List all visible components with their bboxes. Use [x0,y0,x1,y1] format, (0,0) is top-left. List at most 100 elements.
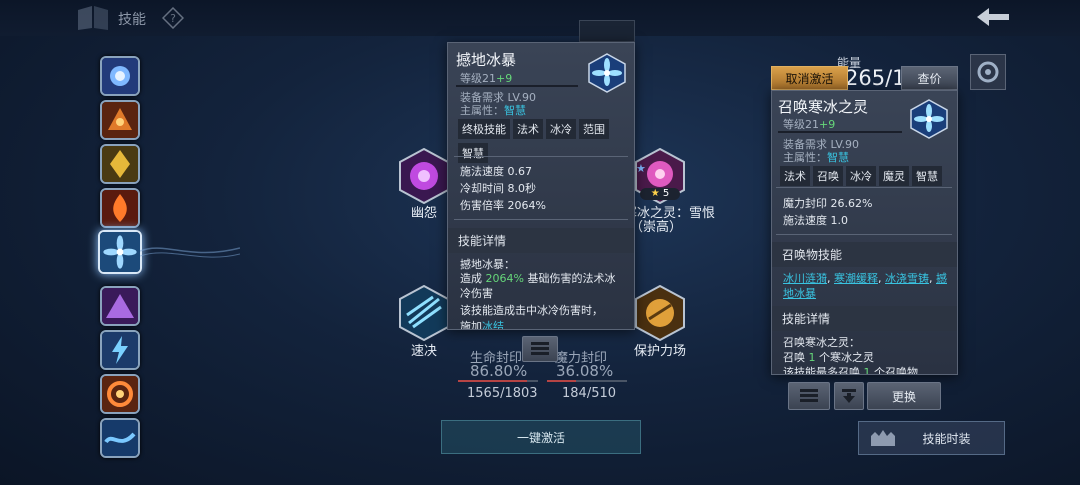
rune-slot-button[interactable] [970,54,1006,90]
skill-skin-label: 技能时装 [922,431,971,446]
skill-skin-button[interactable]: 技能时装 [858,421,1005,455]
replace-button[interactable]: 更换 [867,382,941,410]
damage-percent: 2064% [485,272,524,285]
summon-skills-header: 召唤物技能 [772,242,957,267]
divider [456,85,578,87]
list-icon [531,342,549,355]
life-seal-bar [458,380,538,382]
attr-label: 主属性： [460,104,504,117]
summon-skill-links: 冰川涟漪, 寒潮缓释, 冰浇雪铸, 撼地冰暴 [783,272,947,300]
rail-skill-frost-orb[interactable] [100,56,140,96]
stat-damage-multiplier: 伤害倍率 2064% [460,199,546,212]
tag: 智慧 [458,143,488,163]
detail-text-part: 个召唤物 [870,366,918,375]
skill-tags: 终极技能 法术 冰冷 范围智慧 [458,118,628,166]
main-attribute: 主属性：智慧 [783,149,849,165]
tag: 终极技能 [458,119,510,139]
list-icon [800,389,818,402]
life-seal-value: 1565/1803 [467,386,538,401]
frost-orb-icon [102,58,138,94]
divider [454,219,628,220]
detail-title: 召唤寒冰之灵： [783,336,860,349]
detail-text: 造成 2064% 基础伤害的法术冰冷伤害 [460,271,624,301]
mana-seal-value: 184/510 [562,386,617,401]
skill-node-label-sub: （崇高） [629,220,682,235]
summon-link[interactable]: 冰川涟漪 [783,272,827,285]
detail-text-2: 该技能最多召唤 1 个召唤物 [783,364,918,375]
rail-skill-fire-demon[interactable] [100,100,140,140]
skill-detail-header: 技能详情 [772,306,957,331]
star-count: 5 [662,188,670,199]
skill-tooltip-earthquake-blizzard: 撼地冰暴 等级21+9 装备需求 LV.90 主属性：智慧 终极技能 法术 冰冷 范围… [447,42,635,330]
check-price-button[interactable]: 查价 [901,66,958,90]
detail-text-part: 该技能最多召唤 [783,366,864,375]
violet-beast-icon [102,288,138,324]
stat-cooldown: 冷却时间 8.0秒 [460,182,536,195]
detail-text-2: 该技能造成击中冰冷伤害时， [460,304,603,317]
summon-link[interactable]: 冰浇雪铸 [885,272,929,285]
fire-demon-icon [102,102,138,138]
menu-button[interactable] [522,336,558,362]
divider [776,187,952,188]
rail-skill-violet-beast[interactable] [100,286,140,326]
list-button[interactable] [788,382,830,410]
level-bonus: +9 [496,72,513,85]
back-arrow-icon[interactable] [975,6,1011,28]
rail-skill-golden-totem[interactable] [100,144,140,184]
cancel-activation-button[interactable]: 取消激活 [771,66,848,90]
attr-value: 智慧 [827,151,849,164]
tag: 魔灵 [879,166,909,186]
tag: 冰冷 [546,119,576,139]
summon-link[interactable]: 寒潮缓释 [834,272,878,285]
tag: 法术 [513,119,543,139]
skill-node-resentment[interactable] [399,148,449,204]
stat-cast-speed: 施法速度 1.0 [783,214,848,227]
ice-crystal-icon [100,232,140,272]
golden-totem-icon [102,146,138,182]
equip-slot-tab[interactable] [579,20,635,42]
stat-cast-speed: 施法速度 0.67 [460,165,532,178]
mana-seal-percent: 36.08% [556,362,614,380]
detail-title: 撼地冰暴： [460,258,515,271]
fire-vortex-icon [102,376,138,412]
detail-text-part: 召唤 [783,351,809,364]
down-arrow-icon [842,389,856,403]
skill-book-icon [78,6,108,30]
water-wave-icon [102,420,138,456]
skill-node-swift[interactable] [399,285,449,341]
tag: 冰冷 [846,166,876,186]
detail-text-3: 施加冰结 [460,318,504,330]
rail-skill-ice-crystal[interactable] [98,230,142,274]
tag: 法术 [780,166,810,186]
mana-seal-bar [547,380,627,382]
skill-detail-header: 技能详情 [448,228,634,253]
divider [454,156,628,157]
skill-node-label: 速决 [410,344,437,359]
skill-name: 撼地冰暴 [456,51,517,69]
rail-skill-lightning[interactable] [100,330,140,370]
energy-value: 265/1 [845,66,906,90]
tag: 智慧 [912,166,942,186]
rail-skill-water-wave[interactable] [100,418,140,458]
swirl-rune-icon [977,61,999,83]
unequip-button[interactable] [834,382,864,410]
level-bonus: +9 [819,118,836,131]
castle-icon [871,430,895,446]
rail-skill-flame[interactable] [100,188,140,228]
freeze-link[interactable]: 冰结 [482,320,504,329]
selection-wave-decoration [140,247,240,258]
one-click-activate-button[interactable]: 一键激活 [441,420,641,454]
skill-node-protective-field[interactable] [635,285,685,341]
detail-text-part: 施加 [460,320,482,330]
tag: 召唤 [813,166,843,186]
detail-text-part: 个寒冰之灵 [815,351,874,364]
flame-icon [102,190,138,226]
star-level-badge: ★ 5 [640,188,680,200]
attr-label: 主属性： [783,151,827,164]
page-title: 技能 [118,12,146,28]
rail-skill-fire-vortex[interactable] [100,374,140,414]
help-icon[interactable]: ? [162,7,184,29]
skill-tags: 法术 召唤 冰冷 魔灵 智慧 [780,165,955,189]
skill-node-label: 保护力场 [633,344,686,359]
summon-count: 1 [808,351,816,364]
